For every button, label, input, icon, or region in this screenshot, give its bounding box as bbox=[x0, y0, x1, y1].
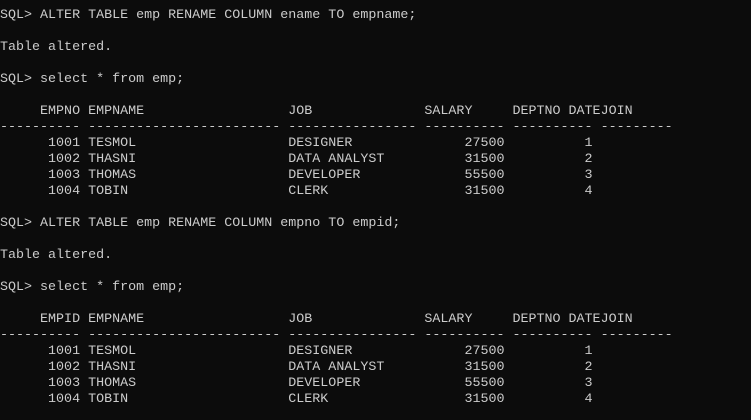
table-row: 1002 THASNI DATA ANALYST 31500 2 bbox=[0, 360, 593, 375]
command-line-rename-ename: SQL> ALTER TABLE emp RENAME COLUMN ename… bbox=[0, 8, 417, 23]
table-row: 1001 TESMOL DESIGNER 27500 1 bbox=[0, 136, 593, 151]
table-row: 1004 TOBIN CLERK 31500 4 bbox=[0, 392, 593, 407]
status-message: Table altered. bbox=[0, 40, 113, 55]
table-row: 1004 TOBIN CLERK 31500 4 bbox=[0, 184, 593, 199]
table-row: 1003 THOMAS DEVELOPER 55500 3 bbox=[0, 376, 593, 391]
table-separator: ---------- ------------------------ ----… bbox=[0, 120, 673, 135]
terminal-window[interactable]: SQL> ALTER TABLE emp RENAME COLUMN ename… bbox=[0, 0, 751, 420]
command-line-select: SQL> select * from emp; bbox=[0, 72, 185, 87]
table-row: 1001 TESMOL DESIGNER 27500 1 bbox=[0, 344, 593, 359]
status-message: Table altered. bbox=[0, 248, 113, 263]
table-separator: ---------- ------------------------ ----… bbox=[0, 328, 673, 343]
command-line-rename-empno: SQL> ALTER TABLE emp RENAME COLUMN empno… bbox=[0, 216, 401, 231]
table-row: 1002 THASNI DATA ANALYST 31500 2 bbox=[0, 152, 593, 167]
table-header: EMPID EMPNAME JOB SALARY DEPTNO DATEJOIN bbox=[0, 312, 633, 327]
table-header: EMPNO EMPNAME JOB SALARY DEPTNO DATEJOIN bbox=[0, 104, 633, 119]
table-row: 1003 THOMAS DEVELOPER 55500 3 bbox=[0, 168, 593, 183]
command-line-select: SQL> select * from emp; bbox=[0, 280, 185, 295]
